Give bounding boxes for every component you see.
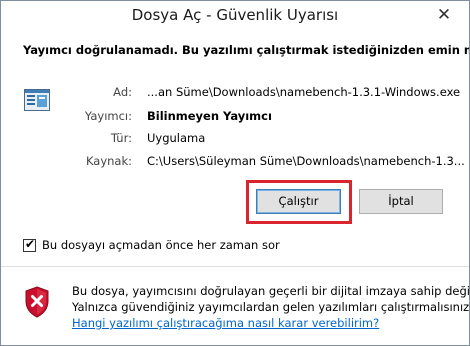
source-value: C:\Users\Süleyman Süme\Downloads\nameben… xyxy=(147,154,465,168)
cancel-button[interactable]: İptal xyxy=(359,189,443,214)
source-label: Kaynak: xyxy=(85,154,132,168)
run-button[interactable]: Çalıştır xyxy=(256,189,341,214)
footer-text-line-2: Yalnızca güvendiğiniz yayımcılardan gele… xyxy=(72,300,470,314)
footer-panel: Bu dosya, yayımcısını doğrulayan geçerli… xyxy=(1,266,470,345)
always-ask-label[interactable]: Bu dosyayı açmadan önce her zaman sor xyxy=(42,238,280,252)
name-value: ...an Süme\Downloads\namebench-1.3.1-Win… xyxy=(147,85,461,99)
checkmark-icon: ✔ xyxy=(25,236,36,251)
close-icon[interactable]: ✕ xyxy=(433,3,455,27)
name-label: Ad: xyxy=(113,85,132,99)
window-title: Dosya Aç - Güvenlik Uyarısı xyxy=(131,6,339,24)
publisher-label: Yayımcı: xyxy=(84,109,132,123)
footer-text-line-1: Bu dosya, yayımcısını doğrulayan geçerli… xyxy=(72,284,470,298)
warning-question: Yayımcı doğrulanamadı. Bu yazılımı çalış… xyxy=(23,43,470,57)
title-bar: Dosya Aç - Güvenlik Uyarısı ✕ xyxy=(1,1,469,31)
security-shield-warning-icon xyxy=(25,286,49,318)
type-label: Tür: xyxy=(110,131,132,145)
help-link[interactable]: Hangi yazılımı çalıştıracağıma nasıl kar… xyxy=(72,316,379,330)
security-warning-dialog: Dosya Aç - Güvenlik Uyarısı ✕ Yayımcı do… xyxy=(0,0,470,346)
publisher-value: Bilinmeyen Yayımcı xyxy=(147,109,272,123)
always-ask-option[interactable]: ✔ Bu dosyayı açmadan önce her zaman sor xyxy=(23,236,280,252)
always-ask-checkbox[interactable]: ✔ xyxy=(23,236,36,252)
type-value: Uygulama xyxy=(147,131,206,145)
